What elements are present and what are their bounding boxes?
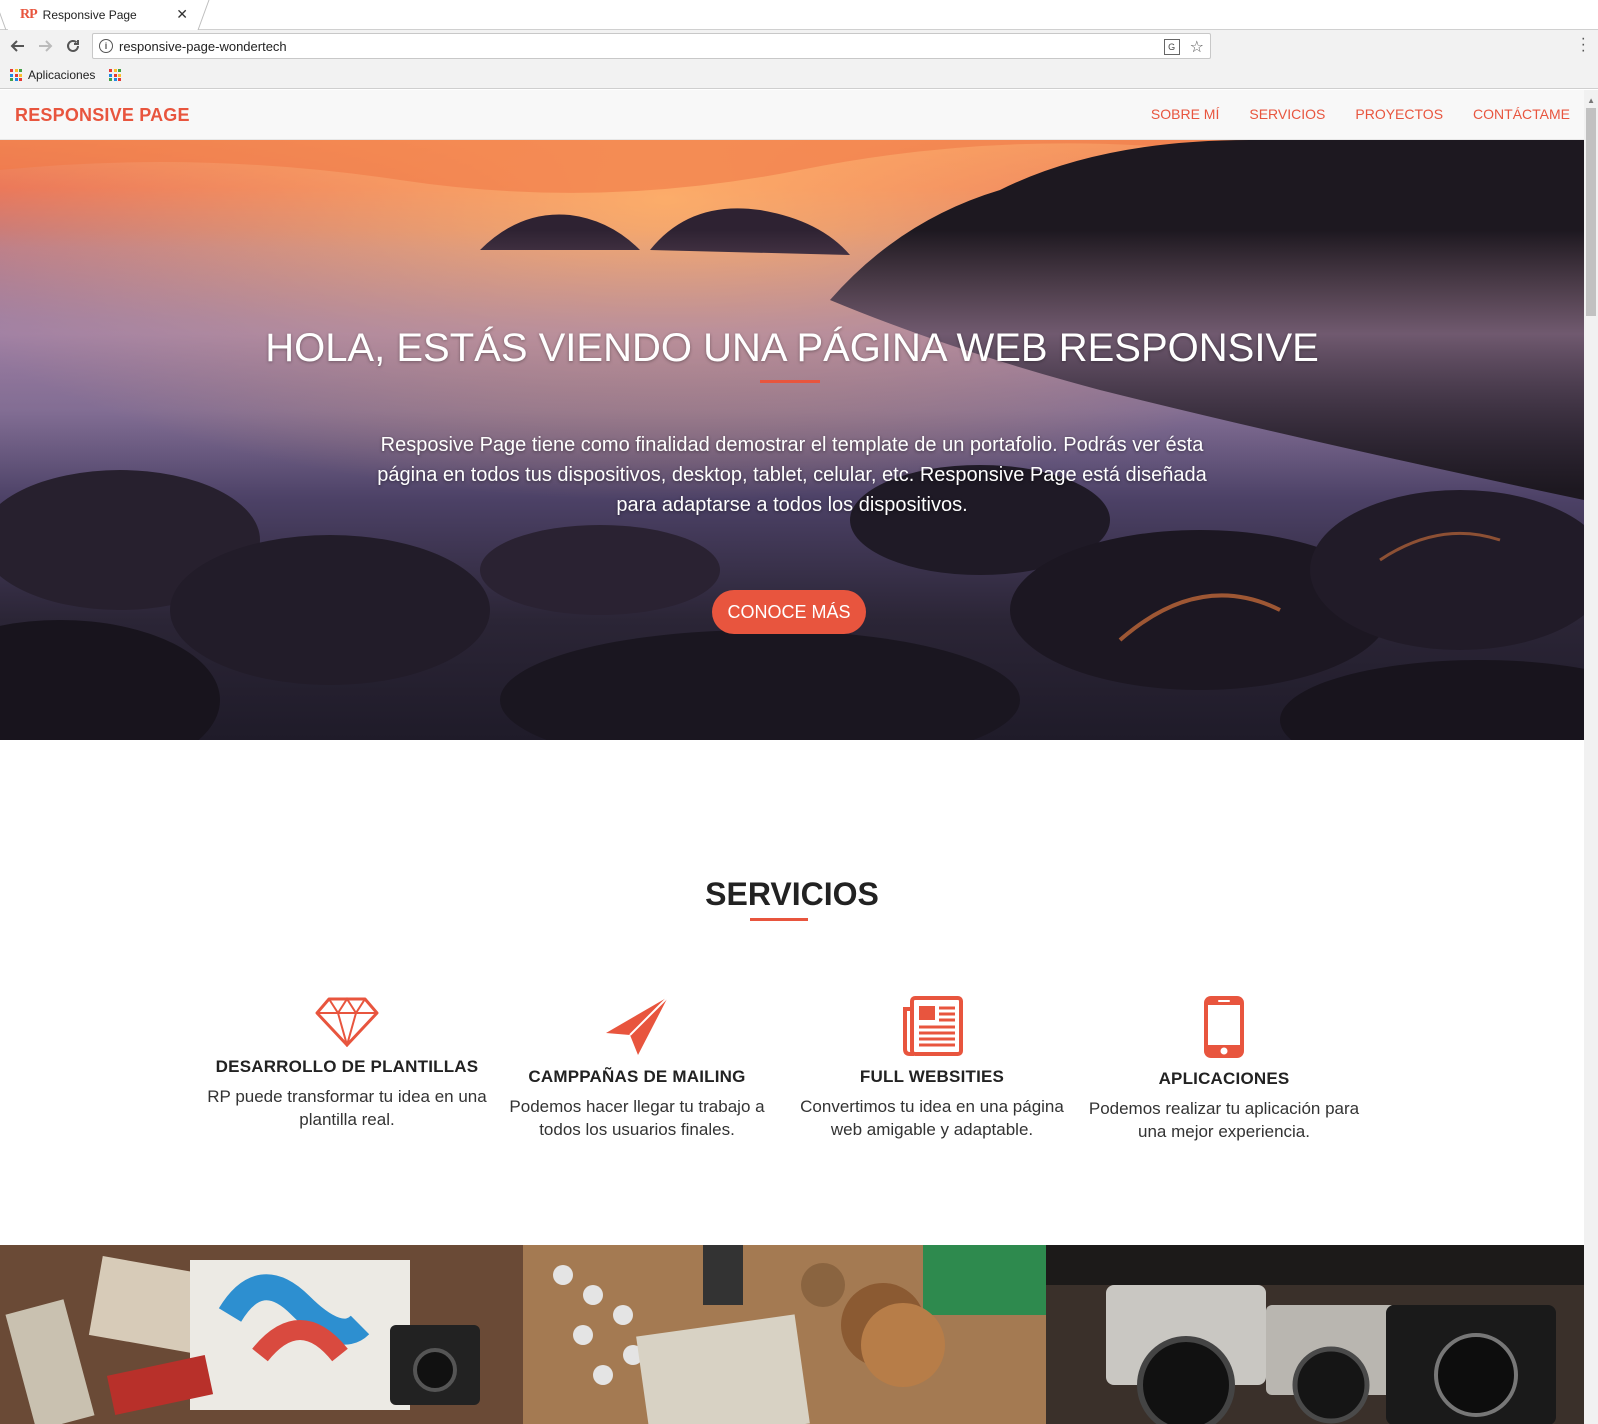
project-image-graphic	[0, 1245, 523, 1424]
site-brand[interactable]: RESPONSIVE PAGE	[15, 105, 190, 126]
translate-icon[interactable]: G	[1163, 39, 1180, 55]
service-title: APLICACIONES	[1158, 1069, 1290, 1088]
nav-link-sobre-mi[interactable]: SOBRE MÍ	[1151, 106, 1219, 122]
url-text[interactable]: responsive-page-wondertech	[119, 39, 287, 54]
project-image-graphic	[1046, 1245, 1584, 1424]
browser-toolbar: i responsive-page-wondertech G ☆ · · ·	[0, 30, 1598, 62]
info-icon[interactable]: i	[99, 39, 113, 53]
forward-arrow-icon[interactable]	[33, 34, 57, 58]
site-navbar: RESPONSIVE PAGE SOBRE MÍ SERVICIOS PROYE…	[0, 90, 1584, 140]
newspaper-icon	[903, 996, 963, 1056]
nav-links: SOBRE MÍ SERVICIOS PROYECTOS CONTÁCTAME	[1151, 106, 1570, 122]
hero-description: Resposive Page tiene como finalidad demo…	[377, 434, 1207, 516]
project-image-graphic	[523, 1245, 1046, 1424]
star-icon[interactable]: ☆	[1190, 37, 1204, 57]
nav-link-proyectos[interactable]: PROYECTOS	[1355, 106, 1443, 122]
scrollbar-thumb[interactable]	[1586, 108, 1596, 316]
tab-title: Responsive Page	[42, 8, 137, 22]
paper-plane-icon	[606, 996, 669, 1055]
diamond-icon	[315, 997, 379, 1047]
project-image[interactable]	[0, 1245, 523, 1424]
service-item: APLICACIONES Podemos realizar tu aplicac…	[1084, 995, 1364, 1143]
services-title-underline	[750, 918, 808, 921]
hero-title: HOLA, ESTÁS VIENDO UNA PÁGINA WEB RESPON…	[265, 326, 1319, 370]
browser-tab[interactable]: RP Responsive Page ✕	[8, 0, 198, 30]
nav-link-servicios[interactable]: SERVICIOS	[1249, 106, 1325, 122]
service-item: DESARROLLO DE PLANTILLAS RP puede transf…	[207, 995, 487, 1131]
service-description: Podemos hacer llegar tu trabajo a todos …	[509, 1097, 765, 1139]
hero-title-underline	[760, 380, 820, 383]
project-image[interactable]	[523, 1245, 1046, 1424]
service-title: CAMPPAÑAS DE MAILING	[528, 1067, 746, 1086]
favicon-icon: RP	[20, 7, 38, 22]
service-item: CAMPPAÑAS DE MAILING Podemos hacer llega…	[497, 995, 777, 1141]
service-description: Podemos realizar tu aplicación para una …	[1088, 1099, 1360, 1141]
page-viewport: RESPONSIVE PAGE SOBRE MÍ SERVICIOS PROYE…	[0, 90, 1584, 1424]
conoce-mas-button[interactable]: CONOCE MÁS	[712, 590, 866, 634]
service-description: RP puede transformar tu idea en una plan…	[207, 1087, 487, 1129]
service-description: Convertimos tu idea en una página web am…	[800, 1097, 1064, 1139]
nav-link-contactame[interactable]: CONTÁCTAME	[1473, 106, 1570, 122]
hero-section: HOLA, ESTÁS VIENDO UNA PÁGINA WEB RESPON…	[0, 140, 1584, 740]
projects-gallery	[0, 1245, 1584, 1424]
apps-icon[interactable]	[109, 69, 122, 81]
project-image[interactable]	[1046, 1245, 1584, 1424]
apps-icon[interactable]	[10, 69, 22, 81]
reload-icon[interactable]	[61, 34, 85, 58]
service-title: FULL WEBSITIES	[859, 1067, 1005, 1086]
bookmarks-bar: Aplicaciones	[0, 62, 1598, 89]
services-title: SERVICIOS	[705, 876, 879, 912]
mobile-phone-icon	[1204, 996, 1244, 1058]
menu-icon[interactable]: · · ·	[1581, 31, 1586, 59]
scroll-up-arrow-icon[interactable]: ▲	[1587, 96, 1595, 105]
back-arrow-icon[interactable]	[6, 34, 30, 58]
browser-tabstrip: RP Responsive Page ✕	[0, 0, 1598, 30]
service-item: FULL WEBSITIES Convertimos tu idea en un…	[792, 995, 1072, 1141]
close-tab-icon[interactable]: ✕	[176, 6, 188, 23]
bookmark-apps-label[interactable]: Aplicaciones	[28, 68, 95, 82]
service-title: DESARROLLO DE PLANTILLAS	[215, 1057, 479, 1076]
address-bar[interactable]: i responsive-page-wondertech G ☆	[92, 33, 1211, 59]
